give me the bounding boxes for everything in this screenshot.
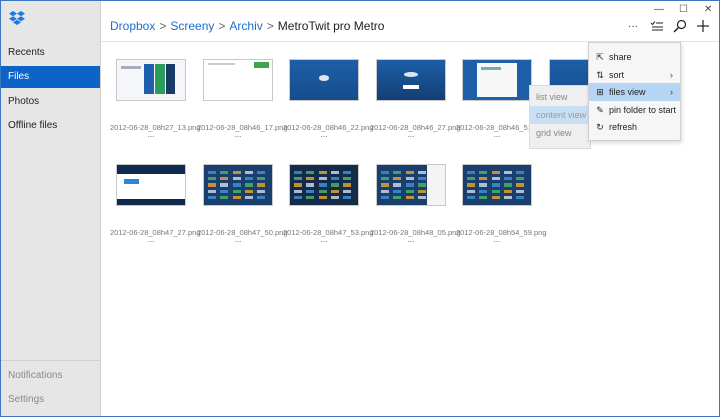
- sidebar-item-settings[interactable]: Settings: [1, 389, 100, 411]
- file-thumbnail: [462, 164, 532, 206]
- breadcrumb-separator: >: [266, 19, 274, 33]
- file-thumbnail: [203, 164, 273, 206]
- menu-item-label: files view: [609, 87, 646, 98]
- sidebar-item-notifications[interactable]: Notifications: [1, 365, 100, 387]
- breadcrumb-dropbox[interactable]: Dropbox: [110, 19, 155, 33]
- menu-item-label: sort: [609, 69, 625, 80]
- menu-item-label: share: [609, 52, 632, 62]
- menu-item-sort[interactable]: ⇅ sort ›: [589, 66, 680, 84]
- files-view-submenu: list view content view grid view: [529, 85, 591, 149]
- file-more-button[interactable]: ...: [197, 131, 279, 139]
- pin-icon: ✎: [596, 104, 604, 115]
- search-icon[interactable]: [671, 17, 689, 35]
- file-thumbnail: [289, 59, 359, 101]
- sidebar: Recents Files Photos Offline files Notifica…: [1, 1, 101, 416]
- file-more-button[interactable]: ...: [456, 131, 538, 139]
- menu-item-files-view[interactable]: ⊞ files view ›: [589, 83, 680, 102]
- file-tile[interactable]: 2012-06-28_08h47_27.png...: [110, 164, 201, 244]
- file-tile[interactable]: 2012-06-28_08h46_17.png...: [197, 59, 288, 139]
- menu-item-share[interactable]: ⇱ share: [589, 48, 680, 66]
- file-more-button[interactable]: ...: [370, 131, 452, 139]
- file-tile[interactable]: 2012-06-28_08h27_13.png...: [110, 59, 201, 139]
- file-thumbnail: [116, 59, 186, 101]
- file-tile[interactable]: 2012-06-28_08h48_05.png...: [370, 164, 461, 244]
- page-title: MetroTwit pro Metro: [277, 19, 385, 33]
- file-more-button[interactable]: ...: [283, 131, 365, 139]
- add-icon[interactable]: [694, 17, 712, 35]
- close-button[interactable]: ✕: [704, 4, 712, 15]
- file-more-button[interactable]: ...: [197, 236, 279, 244]
- maximize-button[interactable]: ☐: [679, 4, 688, 15]
- breadcrumb-separator: >: [159, 19, 167, 33]
- breadcrumb-archiv[interactable]: Archiv: [229, 19, 262, 33]
- file-thumbnail: [203, 59, 273, 101]
- breadcrumb-screeny[interactable]: Screeny: [170, 19, 214, 33]
- grid-icon: ⊞: [596, 87, 604, 98]
- file-tile[interactable]: 2012-06-28_08h47_50.png...: [197, 164, 288, 244]
- minimize-button[interactable]: —: [654, 4, 664, 15]
- sidebar-item-photos[interactable]: Photos: [1, 91, 100, 113]
- menu-item-refresh[interactable]: ↻ refresh: [589, 118, 680, 136]
- breadcrumb: Dropbox > Screeny > Archiv > MetroTwit pro Met…: [110, 19, 384, 33]
- file-thumbnail: [376, 164, 446, 206]
- file-thumbnail: [462, 59, 532, 101]
- app-window: Recents Files Photos Offline files Notifica…: [0, 0, 720, 417]
- dropbox-logo-icon[interactable]: [8, 10, 26, 31]
- file-more-button[interactable]: ...: [283, 236, 365, 244]
- file-more-button[interactable]: ...: [456, 236, 538, 244]
- menu-item-pin-folder-to-start[interactable]: ✎ pin folder to start: [589, 101, 680, 119]
- chevron-right-icon: ›: [670, 87, 673, 98]
- sidebar-item-offline-files[interactable]: Offline files: [1, 115, 100, 137]
- context-menu: ⇱ share ⇅ sort › ⊞ files view › ✎ pin folder to s…: [588, 42, 681, 141]
- file-thumbnail: [116, 164, 186, 206]
- sidebar-divider: [1, 360, 100, 361]
- file-tile[interactable]: 2012-06-28_08h47_53.png...: [283, 164, 374, 244]
- file-tile[interactable]: 2012-06-28_08h46_22.png...: [283, 59, 374, 139]
- sort-icon: ⇅: [596, 69, 604, 80]
- sidebar-item-files[interactable]: Files: [1, 66, 100, 88]
- file-more-button[interactable]: ...: [370, 236, 452, 244]
- submenu-grid-view[interactable]: grid view: [530, 124, 590, 142]
- file-more-button[interactable]: ...: [110, 236, 192, 244]
- select-all-icon[interactable]: [648, 17, 666, 35]
- file-thumbnail: [376, 59, 446, 101]
- submenu-list-view[interactable]: list view: [530, 88, 590, 106]
- sidebar-item-recents[interactable]: Recents: [1, 42, 100, 64]
- submenu-content-view[interactable]: content view: [530, 106, 590, 124]
- main-area: — ☐ ✕ Dropbox > Screeny > Archiv > MetroTwit p…: [101, 1, 719, 416]
- file-tile[interactable]: 2012-06-28_08h54_59.png...: [456, 164, 547, 244]
- more-options-button[interactable]: ···: [624, 17, 642, 35]
- file-thumbnail: [289, 164, 359, 206]
- chevron-right-icon: ›: [670, 69, 673, 80]
- file-tile[interactable]: 2012-06-28_08h46_51.png...: [456, 59, 547, 139]
- breadcrumb-separator: >: [218, 19, 226, 33]
- file-tile[interactable]: 2012-06-28_08h46_27.png...: [370, 59, 461, 139]
- file-more-button[interactable]: ...: [110, 131, 192, 139]
- menu-item-label: pin folder to start: [609, 104, 677, 115]
- menu-item-label: refresh: [609, 122, 638, 133]
- refresh-icon: ↻: [596, 122, 604, 133]
- share-icon: ⇱: [596, 52, 604, 62]
